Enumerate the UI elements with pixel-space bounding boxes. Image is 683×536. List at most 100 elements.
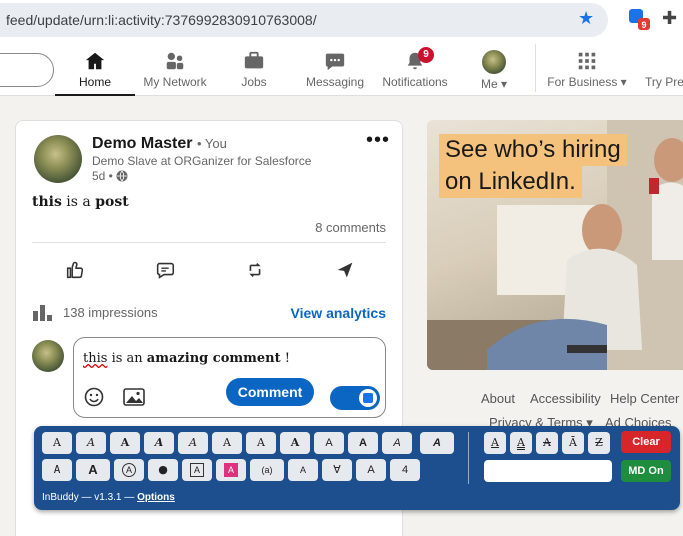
bookmark-star-icon[interactable]: ★ [578,8,594,29]
post-body-bold2: post [95,194,129,210]
inbuddy-md-on-button[interactable]: MD On [621,460,671,482]
comments-count[interactable]: 8 comments [315,220,386,235]
inbuddy-overline-btn[interactable]: Ā [562,432,584,454]
author-avatar[interactable] [34,135,82,183]
footer-help[interactable]: Help Center [610,391,679,406]
globe-icon [116,170,128,182]
inbuddy-circled-btn[interactable]: A [114,459,144,481]
inbuddy-parenthesized-btn[interactable]: (a) [250,459,284,481]
inbuddy-digit-btn[interactable]: 4 [390,459,420,481]
author-name-text[interactable]: Demo Master [92,135,192,152]
image-icon[interactable] [123,388,145,406]
inbuddy-negative-square-btn[interactable]: A [216,459,246,481]
inbuddy-style-btn-14[interactable]: A [76,459,110,481]
nav-me[interactable]: Me ▾ [472,40,516,96]
inbuddy-slash-btn[interactable]: Z [588,432,610,454]
comment-text-mid: is an [107,351,147,366]
network-icon [166,52,184,70]
comment-text[interactable]: this is an amazing comment ! [83,351,290,366]
inbuddy-strike-btn[interactable]: A [536,432,558,454]
extension-icon[interactable]: 9 [628,8,650,30]
impressions-count: 138 impressions [63,305,158,320]
inbuddy-options-link[interactable]: Options [137,492,175,503]
comment-input[interactable]: this is an amazing comment ! Comment [73,337,386,418]
post-body: this is a post [32,194,129,210]
inbuddy-style-btn-9[interactable]: A [314,432,344,454]
extensions-puzzle-icon[interactable]: ✚ [662,8,677,29]
inbuddy-style-btn-6[interactable]: A [212,432,242,454]
nav-my-network[interactable]: My Network [138,40,212,96]
inbuddy-style-btn-4[interactable]: A [144,432,174,454]
inbuddy-style-btn-5[interactable]: A [178,432,208,454]
toggle-knob-icon [359,389,377,407]
nav-try-premium-label: Try Pre [645,75,683,89]
send-icon[interactable] [334,259,356,281]
nav-notifications-label: Notifications [382,75,448,89]
comment-toggle[interactable] [330,386,380,410]
comment-submit-button[interactable]: Comment [226,378,314,406]
me-avatar [482,50,506,74]
briefcase-icon [244,51,264,69]
nav-home-label: Home [78,75,111,89]
inbuddy-style-btn-11[interactable]: A [382,432,412,454]
inbuddy-text-field[interactable] [484,460,612,482]
post-body-mid: is a [61,194,96,210]
comment-text-pre: this [83,351,108,366]
extension-badge-count: 9 [641,20,646,30]
inbuddy-version: InBuddy — v1.3.1 — [42,492,135,503]
browser-toolbar: feed/update/urn:li:activity:737699283091… [0,0,683,40]
top-nav: Home My Network Jobs Messaging Notificat… [0,40,683,96]
inbuddy-upside-down-btn[interactable]: ∀ [322,459,352,481]
nav-try-premium[interactable]: Try Pre [645,40,683,96]
nav-jobs[interactable]: Jobs [228,40,280,96]
inbuddy-style-btn-10[interactable]: A [348,432,378,454]
like-icon[interactable] [64,259,86,281]
inbuddy-fullwidth-btn[interactable]: A [356,459,386,481]
grid-icon [578,52,596,70]
nav-messaging[interactable]: Messaging [300,40,370,96]
inbuddy-style-btn-3[interactable]: A [110,432,140,454]
nav-jobs-label: Jobs [241,75,267,89]
comment-icon[interactable] [154,259,176,281]
emoji-icon[interactable] [84,387,104,407]
nav-for-business-label: For Business [547,75,618,89]
inbuddy-style-btn-13[interactable]: A [42,459,72,481]
inbuddy-clear-button[interactable]: Clear [621,431,671,453]
negative-square-a-icon: A [224,463,238,477]
home-icon [85,52,105,70]
nav-for-business[interactable]: For Business ▾ [545,40,629,96]
comment-text-bold: amazing comment [146,351,281,366]
inbuddy-style-btn-12[interactable]: A [420,432,454,454]
repost-icon[interactable] [244,259,266,281]
chevron-down-icon: ▾ [497,77,508,91]
ad-headline-1: See who’s hiring [439,134,627,166]
inbuddy-negative-circle-btn[interactable]: ● [148,459,178,481]
inbuddy-toolbar: A A A A A A A A A A A A A A A ● A A (a) … [34,426,680,510]
inbuddy-small-caps-btn[interactable]: A [288,459,318,481]
inbuddy-style-btn-8[interactable]: A [280,432,310,454]
inbuddy-style-btn-7[interactable]: A [246,432,276,454]
commenter-avatar [32,340,64,372]
nav-my-network-label: My Network [143,75,207,89]
post-age-text: 5d • [92,169,113,183]
inbuddy-double-underline-btn[interactable]: A [510,432,532,454]
address-bar[interactable]: feed/update/urn:li:activity:737699283091… [0,3,608,37]
search-input[interactable] [0,53,54,87]
inbuddy-squared-btn[interactable]: A [182,459,212,481]
author-name[interactable]: Demo Master • You [92,135,227,153]
hiring-ad[interactable]: See who’s hiring on LinkedIn. [427,120,683,370]
inbuddy-style-btn-2[interactable]: A [76,432,106,454]
inbuddy-underline-btn[interactable]: A [484,432,506,454]
inbuddy-divider [468,432,469,484]
post-age: 5d • [92,169,128,183]
nav-home[interactable]: Home [55,40,135,96]
footer-about[interactable]: About [481,391,515,406]
nav-notifications[interactable]: Notifications 9 [378,40,452,96]
footer-accessibility[interactable]: Accessibility [530,391,601,406]
analytics-bar-icon [33,305,52,321]
inbuddy-style-btn-1[interactable]: A [42,432,72,454]
view-analytics-link[interactable]: View analytics [291,305,386,321]
address-text[interactable]: feed/update/urn:li:activity:737699283091… [6,12,317,28]
more-options-icon[interactable]: ••• [366,129,390,152]
squared-a-icon: A [190,463,204,477]
